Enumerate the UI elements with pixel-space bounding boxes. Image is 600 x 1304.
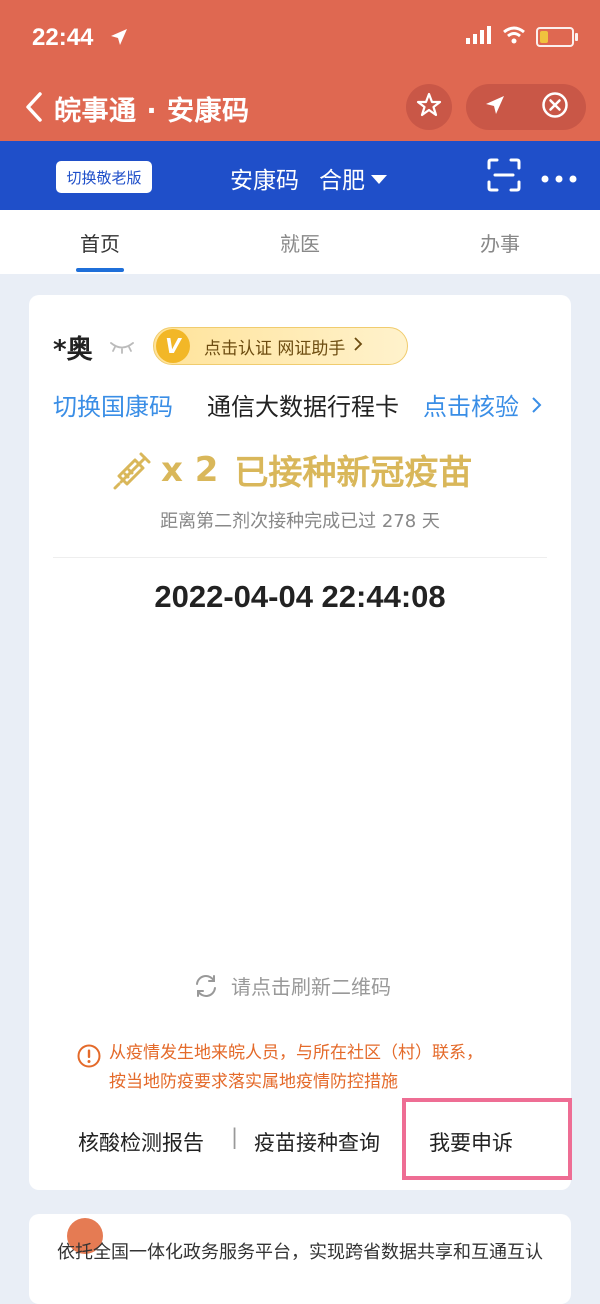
verify-link-label: 点击核验 bbox=[423, 393, 519, 421]
scan-icon[interactable] bbox=[487, 158, 521, 192]
vaccine-query-link[interactable]: 疫苗接种查询 bbox=[254, 1127, 380, 1157]
signal-icon bbox=[466, 26, 492, 48]
location-icon[interactable] bbox=[484, 94, 506, 120]
verify-badge-icon: V bbox=[156, 329, 190, 363]
miniapp-capsule bbox=[466, 84, 586, 130]
auth-button[interactable]: V 点击认证 网证助手 bbox=[153, 327, 408, 365]
close-icon[interactable] bbox=[541, 91, 569, 123]
link-separator: | bbox=[231, 1125, 239, 1149]
nucleic-test-report-link[interactable]: 核酸检测报告 bbox=[78, 1127, 204, 1157]
divider bbox=[53, 557, 547, 558]
health-code-card: *奥 V 点击认证 网证助手 切换国康码 通信大数据行程卡 点击核验 x 2 已… bbox=[29, 295, 572, 1190]
active-tab-indicator bbox=[76, 268, 124, 272]
chevron-down-icon bbox=[371, 174, 387, 184]
eye-closed-icon[interactable] bbox=[109, 339, 135, 354]
trip-card-label: 通信大数据行程卡 bbox=[207, 393, 399, 421]
notice-text: 从疫情发生地来皖人员，与所在社区（村）联系， 按当地防疫要求落实属地疫情防控措施 bbox=[109, 1039, 559, 1097]
warning-icon bbox=[77, 1044, 101, 1068]
app-title: 皖事通 · 安康码 bbox=[54, 96, 250, 127]
syringe-icon bbox=[113, 450, 153, 490]
days-since-vaccination: 距离第二剂次接种完成已过 278 天 bbox=[160, 511, 440, 532]
back-icon[interactable] bbox=[22, 90, 50, 124]
city-selector[interactable]: 安康码 合肥 bbox=[230, 161, 387, 195]
footer-text: 依托全国一体化政务服务平台，实现跨省数据共享和互通互认 bbox=[57, 1242, 543, 1263]
favorite-button[interactable] bbox=[406, 84, 452, 130]
star-icon bbox=[416, 92, 442, 122]
status-time: 22:44 bbox=[32, 24, 94, 51]
elder-mode-button[interactable]: 切换敬老版 bbox=[56, 161, 152, 193]
appeal-highlight-box bbox=[402, 1098, 572, 1180]
current-datetime: 2022-04-04 22:44:08 bbox=[154, 579, 446, 614]
battery-icon bbox=[536, 27, 578, 47]
tab-medical[interactable]: 就医 bbox=[280, 228, 320, 257]
verify-link[interactable]: 点击核验 bbox=[423, 387, 543, 422]
tab-home[interactable]: 首页 bbox=[80, 228, 120, 257]
chevron-right-icon bbox=[353, 336, 363, 357]
title-bar: 皖事通 · 安康码 bbox=[0, 78, 600, 141]
code-title: 安康码 bbox=[230, 168, 299, 194]
wifi-icon bbox=[502, 26, 526, 48]
status-bar: 22:44 bbox=[0, 0, 600, 78]
status-icons bbox=[466, 26, 578, 48]
refresh-label: 请点击刷新二维码 bbox=[231, 975, 391, 999]
refresh-icon bbox=[193, 973, 219, 999]
code-header: 切换敬老版 安康码 合肥 bbox=[0, 141, 600, 210]
user-name: *奥 bbox=[53, 335, 93, 365]
location-arrow-icon bbox=[110, 28, 128, 50]
auth-label: 点击认证 网证助手 bbox=[204, 338, 346, 359]
vaccine-status-label: 已接种新冠疫苗 bbox=[234, 453, 473, 493]
refresh-qr-button[interactable]: 请点击刷新二维码 bbox=[193, 971, 391, 1000]
city-name: 合肥 bbox=[319, 168, 365, 194]
more-icon[interactable] bbox=[540, 169, 578, 183]
vaccine-status: x 2 已接种新冠疫苗 bbox=[113, 445, 472, 494]
vaccine-dose-count: x 2 bbox=[161, 449, 219, 490]
chevron-right-icon bbox=[531, 397, 542, 413]
tab-bar: 首页 就医 办事 bbox=[0, 210, 600, 274]
notice-line-1: 从疫情发生地来皖人员，与所在社区（村）联系， bbox=[109, 1043, 483, 1063]
notice-line-2: 按当地防疫要求落实属地疫情防控措施 bbox=[109, 1072, 398, 1092]
tab-services[interactable]: 办事 bbox=[480, 228, 520, 257]
switch-national-code-link[interactable]: 切换国康码 bbox=[53, 387, 173, 422]
